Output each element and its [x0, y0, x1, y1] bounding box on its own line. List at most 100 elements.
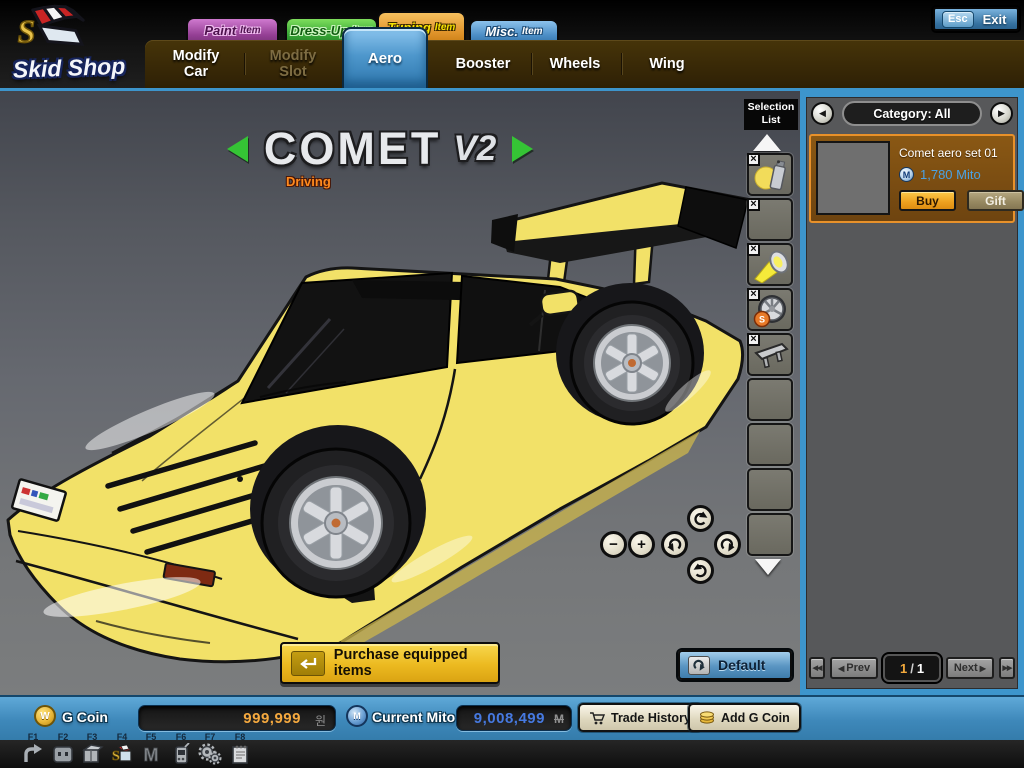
rotate-left-button[interactable] [661, 531, 688, 558]
modify-tab-bar: ModifyCar ModifySlot Aero Booster Wheels… [145, 40, 1024, 88]
next-arrow-icon: ▶ [980, 664, 986, 673]
taskbar-character-icon[interactable] [51, 743, 75, 765]
gcoin-icon: W [34, 705, 56, 727]
gift-button[interactable]: Gift [967, 190, 1024, 211]
rotate-down-button[interactable] [687, 557, 714, 584]
shop-item-card[interactable]: Comet aero set 01 M 1,780 Mito Buy Gift [809, 134, 1015, 223]
shop-house-icon: S [9, 2, 89, 57]
item-price: 1,780 Mito [920, 167, 981, 182]
selection-slot-empty[interactable] [747, 378, 793, 421]
svg-text:S: S [112, 749, 120, 764]
mito-label: Current Mito [372, 709, 455, 725]
prev-car-arrow[interactable] [227, 136, 248, 162]
tab-wheels[interactable]: Wheels [535, 40, 615, 88]
mito-icon: M [346, 705, 368, 727]
mito-unit: M [554, 712, 564, 726]
category-row: ◀ Category: All ▶ [806, 101, 1018, 127]
svg-text:S: S [759, 315, 765, 325]
selection-slot-paint[interactable]: × [747, 153, 793, 196]
category-prev-button[interactable]: ◀ [811, 102, 834, 125]
tab-misc-item[interactable]: Misc. Item [469, 19, 559, 42]
reset-icon [688, 656, 710, 675]
coins-icon [699, 711, 715, 724]
wheel-item-icon: S [753, 293, 791, 328]
skid-shop-screen: S Skid Shop Paint Item Dress-Up Item Tun… [0, 0, 1024, 768]
spoiler-icon [753, 338, 791, 373]
tab-booster[interactable]: Booster [438, 40, 528, 88]
zoom-out-button[interactable]: − [600, 531, 627, 558]
trade-history-button[interactable]: Trade History [578, 703, 702, 732]
gcoin-unit: 원 [315, 712, 326, 729]
category-next-button[interactable]: ▶ [990, 102, 1013, 125]
add-gcoin-button[interactable]: Add G Coin [688, 703, 801, 732]
selection-scroll-down[interactable] [755, 559, 781, 575]
game-taskbar: S M Lv90 1.02% AudioChannel DriftCity BG… [0, 740, 1024, 768]
rotate-down-icon [692, 562, 709, 579]
tab-wing[interactable]: Wing [627, 40, 707, 88]
taskbar-quest-icon[interactable] [228, 743, 252, 765]
gcoin-label: G Coin [62, 709, 108, 725]
item-thumbnail [816, 141, 890, 215]
selection-list-header: SelectionList [744, 99, 798, 130]
car-mode-label: Driving [286, 174, 331, 189]
exit-button[interactable]: Esc Exit [933, 7, 1019, 31]
default-button[interactable]: Default [678, 650, 792, 680]
prev-page-button[interactable]: ◀ Prev [830, 657, 878, 679]
rotate-right-icon [719, 536, 736, 553]
taskbar-mito-icon[interactable]: M [139, 743, 163, 765]
paint-spray-icon [753, 158, 791, 193]
selection-slot-empty[interactable] [747, 468, 793, 511]
taskbar-minimap-icon[interactable] [21, 743, 45, 765]
buy-button[interactable]: Buy [899, 190, 956, 211]
last-page-button[interactable]: ▶▶ [999, 657, 1015, 679]
selection-slot-empty[interactable]: × [747, 198, 793, 241]
selection-scroll-up[interactable] [753, 134, 781, 151]
svg-text:S: S [17, 13, 36, 50]
cart-icon [589, 711, 605, 725]
taskbar-settings-icon[interactable] [198, 743, 222, 765]
pagination-bar: ◀◀ ◀ Prev 1 / 1 Next ▶ ▶▶ [809, 653, 1015, 683]
selection-slot-headlight[interactable]: × [747, 243, 793, 286]
category-selector[interactable]: Category: All [842, 101, 982, 126]
taskbar-skidshop-icon[interactable]: S [110, 743, 134, 765]
tab-aero-active[interactable]: Aero [342, 27, 428, 88]
enter-key-icon [291, 651, 325, 676]
first-page-button[interactable]: ◀◀ [809, 657, 825, 679]
tab-modify-slot[interactable]: ModifySlot [249, 40, 337, 88]
taskbar-inventory-icon[interactable] [80, 743, 104, 765]
rotate-right-button[interactable] [714, 531, 741, 558]
rotate-up-button[interactable] [687, 505, 714, 532]
headlight-icon [753, 248, 791, 283]
selection-slot-empty[interactable] [747, 423, 793, 466]
car-preview[interactable] [0, 91, 800, 695]
remove-checkbox[interactable]: × [747, 198, 760, 211]
selection-slot-wheels[interactable]: × S [747, 288, 793, 331]
logo-text: Skid Shop [12, 53, 125, 84]
rotate-left-icon [666, 536, 683, 553]
car-preview-stage: COMET V2 Driving SelectionList × × [0, 88, 800, 695]
shop-item-panel: ◀ Category: All ▶ Comet aero set 01 M 1,… [800, 88, 1024, 695]
zoom-in-button[interactable]: + [628, 531, 655, 558]
page-indicator: 1 / 1 [883, 654, 941, 682]
tab-modify-car[interactable]: ModifyCar [151, 40, 241, 88]
tab-paint-item[interactable]: Paint Item [186, 17, 279, 42]
selection-slot-empty[interactable] [747, 513, 793, 556]
next-car-arrow[interactable] [512, 136, 533, 162]
purchase-equipped-button[interactable]: Purchase equipped items [280, 642, 500, 684]
next-page-button[interactable]: Next ▶ [946, 657, 994, 679]
tab-divider [244, 53, 246, 75]
item-name: Comet aero set 01 [899, 146, 1024, 160]
prev-arrow-icon: ◀ [838, 664, 844, 673]
gcoin-amount-field: 999,999 원 [138, 705, 336, 731]
esc-key-badge: Esc [942, 11, 974, 28]
selection-slot-spoiler[interactable]: × [747, 333, 793, 376]
svg-text:M: M [144, 745, 159, 765]
mito-amount-field: 9,008,499 M [456, 705, 572, 731]
mito-value: 9,008,499 [474, 710, 545, 727]
mito-coin-icon: M [899, 167, 914, 182]
top-header-bar: S Skid Shop Paint Item Dress-Up Item Tun… [0, 0, 1024, 88]
tab-divider [621, 53, 623, 75]
gcoin-value: 999,999 [243, 710, 301, 727]
taskbar-radio-icon[interactable] [169, 743, 193, 765]
tab-divider [531, 53, 533, 75]
